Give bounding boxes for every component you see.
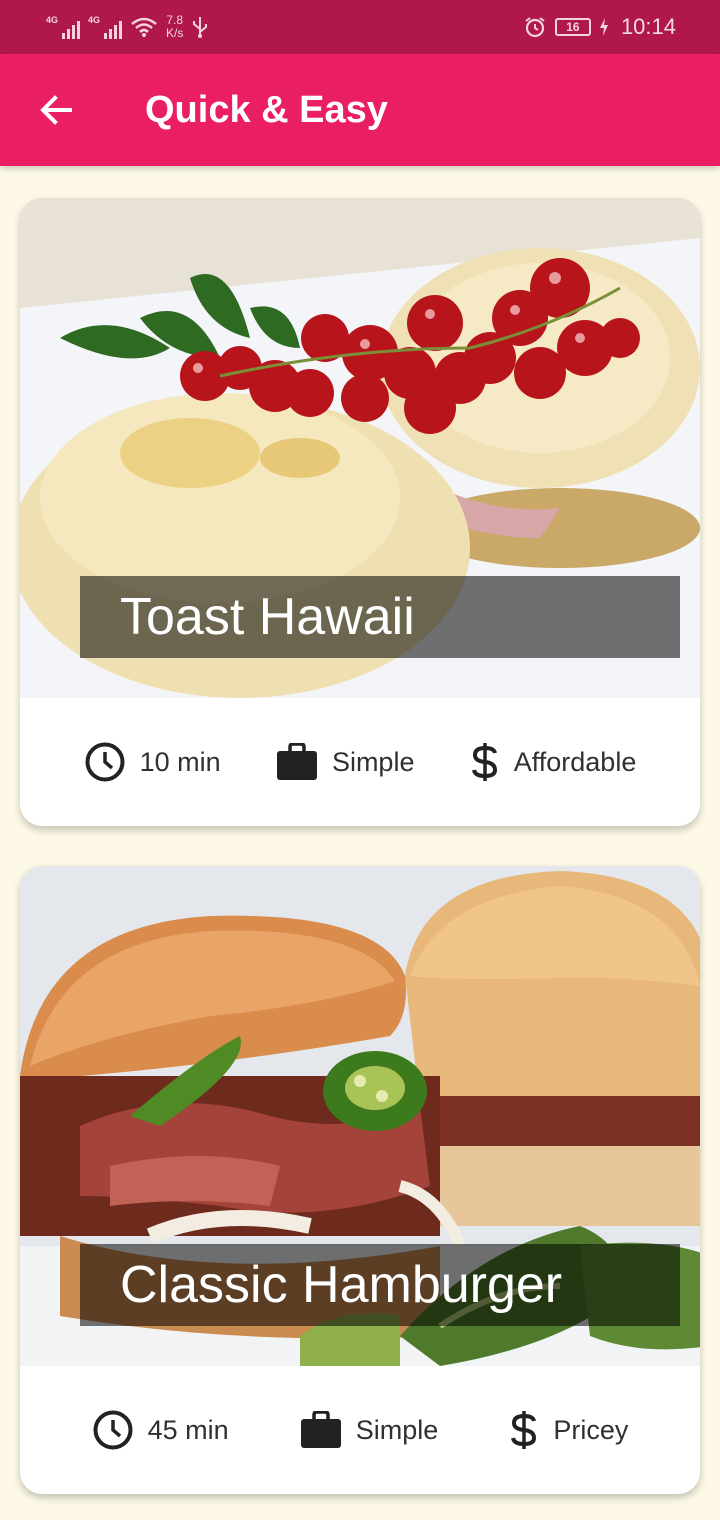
usb-icon xyxy=(193,17,208,38)
meal-title: Toast Hawaii xyxy=(120,588,415,646)
briefcase-icon xyxy=(300,1411,341,1448)
charging-icon xyxy=(599,18,608,36)
status-time: 10:14 xyxy=(620,14,676,39)
signal-icon: 4G xyxy=(88,15,122,39)
complexity-label: Simple xyxy=(331,746,415,777)
meal-title-band: Classic Hamburger xyxy=(80,1244,680,1326)
dollar-icon xyxy=(511,1411,537,1449)
duration-label: 45 min xyxy=(147,1414,229,1445)
meal-meta: 45 min Simple Pricey xyxy=(20,1366,700,1494)
meal-card[interactable]: Toast Hawaii 10 min Simple Affordable xyxy=(20,198,700,826)
duration: 10 min xyxy=(84,741,221,783)
meal-card[interactable]: Classic Hamburger 45 min Simple Pricey xyxy=(20,866,700,1494)
meal-meta: 10 min Simple Affordable xyxy=(20,698,700,826)
status-right: 16 10:14 xyxy=(523,14,676,40)
meal-title: Classic Hamburger xyxy=(120,1256,563,1314)
battery-icon: 16 xyxy=(554,18,591,36)
page-title: Quick & Easy xyxy=(145,88,388,131)
status-left: 4G 4G 7.8 K/s xyxy=(46,14,209,40)
affordability: Affordable xyxy=(470,741,637,783)
alarm-icon xyxy=(525,17,545,38)
clock-icon xyxy=(93,1410,133,1450)
app-bar: Quick & Easy xyxy=(0,54,720,166)
duration-label: 10 min xyxy=(139,746,221,777)
network-speed: 7.8 K/s xyxy=(166,13,184,40)
wifi-icon xyxy=(131,17,157,37)
complexity-label: Simple xyxy=(355,1414,439,1445)
affordability-label: Affordable xyxy=(513,746,637,777)
affordability: Pricey xyxy=(509,1409,628,1451)
briefcase-icon xyxy=(276,743,317,780)
duration: 45 min xyxy=(92,1409,229,1451)
clock-icon xyxy=(85,742,125,782)
status-bar: 4G 4G 7.8 K/s 16 10:14 xyxy=(0,0,720,54)
battery-level: 16 xyxy=(566,20,580,34)
dollar-icon xyxy=(471,743,497,781)
complexity: Simple xyxy=(300,1411,439,1449)
signal-icon: 4G xyxy=(46,15,80,39)
affordability-label: Pricey xyxy=(553,1414,629,1445)
meal-title-band: Toast Hawaii xyxy=(80,576,680,658)
complexity: Simple xyxy=(276,743,415,781)
arrow-back-icon xyxy=(40,95,72,125)
back-button[interactable] xyxy=(0,54,112,166)
